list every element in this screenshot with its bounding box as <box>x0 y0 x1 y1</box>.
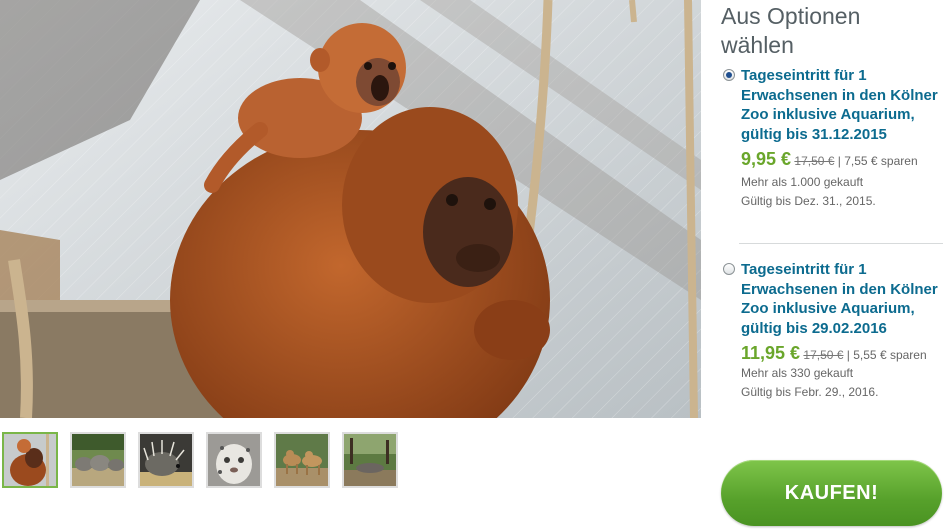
option-2-radio[interactable] <box>723 263 735 275</box>
option-1-old-price: 17,50 € <box>794 154 835 168</box>
option-1-savings: 7,55 € sparen <box>844 154 918 168</box>
option-1-price: 9,95 € <box>741 149 792 169</box>
thumbnail-zoo-enclosure[interactable] <box>342 432 398 488</box>
thumbnail-porcupine[interactable] <box>138 432 194 488</box>
option-2-sold-count: Mehr als 330 gekauft <box>741 366 854 380</box>
option-2-title[interactable]: Tageseintritt für 1 Erwachsenen in den K… <box>741 260 944 338</box>
option-2-savings: 5,55 € sparen <box>853 348 927 362</box>
option-1-body: Tageseintritt für 1 Erwachsenen in den K… <box>741 66 944 211</box>
options-divider <box>739 243 943 244</box>
option-1-title[interactable]: Tageseintritt für 1 Erwachsenen in den K… <box>741 66 944 144</box>
options-panel: Aus Optionen wählen Tageseintritt für 1 … <box>721 0 944 529</box>
option-2-validity: Gültig bis Febr. 29., 2016. <box>741 385 879 399</box>
thumbnail-strip <box>2 432 398 488</box>
option-2-price-line: 11,95 € 17,50 € | 5,55 € sparen <box>741 344 944 364</box>
buy-button[interactable]: KAUFEN! <box>721 460 942 526</box>
thumbnail-howler-monkeys[interactable] <box>2 432 58 488</box>
option-1-sold-count: Mehr als 1.000 gekauft <box>741 175 864 189</box>
option-2-body: Tageseintritt für 1 Erwachsenen in den K… <box>741 260 944 402</box>
thumbnail-elephants[interactable] <box>70 432 126 488</box>
deal-page: Aus Optionen wählen Tageseintritt für 1 … <box>0 0 944 529</box>
option-2-price: 11,95 € <box>741 343 801 363</box>
option-2-old-price: 17,50 € <box>803 348 844 362</box>
deal-main-image <box>0 0 701 418</box>
option-1-price-line: 9,95 € 17,50 € | 7,55 € sparen <box>741 150 944 170</box>
thumbnail-snow-leopard[interactable] <box>206 432 262 488</box>
option-1-validity: Gültig bis Dez. 31., 2015. <box>741 194 876 208</box>
option-1-radio[interactable] <box>723 69 735 81</box>
option-2-separator: | <box>843 348 854 362</box>
thumbnail-camels[interactable] <box>274 432 330 488</box>
options-heading: Aus Optionen wählen <box>721 3 861 58</box>
option-1-separator: | <box>834 154 845 168</box>
